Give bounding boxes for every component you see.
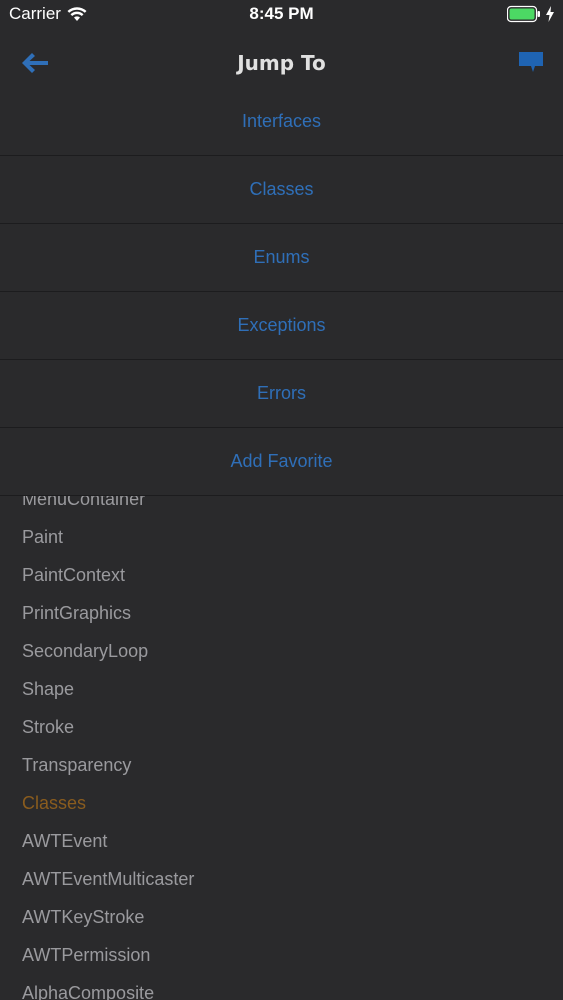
list-item[interactable]: Transparency xyxy=(0,746,563,784)
list-item[interactable]: SecondaryLoop xyxy=(0,632,563,670)
comment-icon[interactable] xyxy=(517,50,545,76)
list-item[interactable]: Paint xyxy=(0,518,563,556)
list-item[interactable]: PaintContext xyxy=(0,556,563,594)
list-item[interactable]: AWTEventMulticaster xyxy=(0,860,563,898)
list-item[interactable]: AWTPermission xyxy=(0,936,563,974)
class-list: MenuContainer Paint PaintContext PrintGr… xyxy=(0,480,563,1000)
add-favorite-button[interactable]: Add Favorite xyxy=(0,428,563,496)
status-time: 8:45 PM xyxy=(249,4,314,23)
list-item[interactable]: PrintGraphics xyxy=(0,594,563,632)
jump-to-menu: Interfaces Classes Enums Exceptions Erro… xyxy=(0,88,563,496)
list-item[interactable]: AlphaComposite xyxy=(0,974,563,1000)
battery-icon xyxy=(507,5,540,23)
list-item[interactable]: Shape xyxy=(0,670,563,708)
jump-item-enums[interactable]: Enums xyxy=(0,224,563,292)
jump-item-errors[interactable]: Errors xyxy=(0,360,563,428)
section-header-classes: Classes xyxy=(22,792,87,813)
jump-item-interfaces[interactable]: Interfaces xyxy=(0,88,563,156)
charging-bolt-icon xyxy=(546,6,554,22)
list-item[interactable]: Stroke xyxy=(0,708,563,746)
screen: Carrier 8:45 PM Jump To Interfaces Class… xyxy=(0,0,563,1000)
jump-item-exceptions[interactable]: Exceptions xyxy=(0,292,563,360)
list-item[interactable]: AWTEvent xyxy=(0,822,563,860)
battery-group xyxy=(507,5,555,23)
jump-item-classes[interactable]: Classes xyxy=(0,156,563,224)
list-item[interactable]: AWTKeyStroke xyxy=(0,898,563,936)
status-bar: Carrier 8:45 PM xyxy=(0,0,563,30)
page-title: Jump To xyxy=(237,51,326,75)
